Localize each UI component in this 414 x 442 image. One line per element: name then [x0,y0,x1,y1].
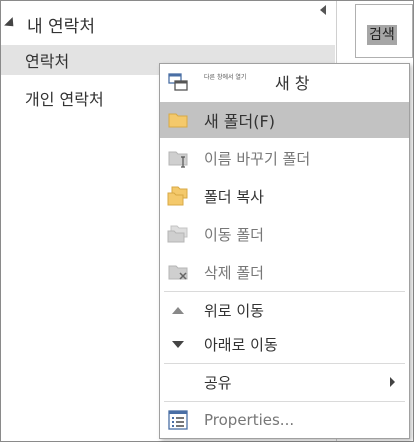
menu-item-new-window[interactable]: 다른 창에서 열기 새 창 [160,64,409,100]
expand-triangle-icon[interactable] [4,16,18,31]
nav-item-label: 연락처 [25,52,70,71]
menu-item-move-folder[interactable]: 이동 폴더 [160,216,409,252]
menu-item-sublabel: 다른 창에서 열기 [204,74,247,81]
collapse-pane-icon[interactable] [318,5,328,15]
menu-item-rename-folder[interactable]: 이름 바꾸기 폴더 [160,140,409,176]
new-window-icon [167,71,189,93]
rename-folder-icon [167,147,189,169]
menu-item-label: 공유 [204,373,232,392]
menu-item-delete-folder[interactable]: 삭제 폴더 [160,254,409,290]
delete-folder-icon [167,261,189,283]
menu-item-label: 삭제 폴더 [204,263,264,282]
menu-item-label: 이동 폴더 [204,225,264,244]
move-down-icon [167,333,189,355]
group-title: 내 연락처 [27,16,95,37]
menu-item-label: 아래로 이동 [204,335,278,354]
menu-item-label: 이름 바꾸기 폴더 [204,149,311,168]
menu-item-label: 위로 이동 [204,301,264,320]
menu-item-label: 폴더 복사 [204,187,264,206]
move-up-icon [167,299,189,321]
copy-folder-icon [167,185,189,207]
menu-item-label: 새 폴더(F) [204,112,275,131]
context-menu: 다른 창에서 열기 새 창 새 폴더(F) 이름 바꾸기 폴더 폴더 복사 이동… [159,63,410,439]
menu-item-label: 새 창 [275,74,310,93]
submenu-arrow-icon [390,377,395,387]
properties-icon [167,409,189,431]
menu-item-move-up[interactable]: 위로 이동 [160,292,409,328]
menu-item-move-down[interactable]: 아래로 이동 [160,326,409,362]
menu-item-new-folder[interactable]: 새 폴더(F) [160,102,409,138]
group-header-my-contacts[interactable]: 내 연락처 [4,11,95,37]
search-label[interactable]: 검색 [367,25,397,45]
menu-item-copy-folder[interactable]: 폴더 복사 [160,178,409,214]
move-folder-icon [167,223,189,245]
new-folder-icon [167,109,189,131]
nav-item-label: 개인 연락처 [25,90,104,109]
menu-item-share[interactable]: 공유 [160,364,409,400]
menu-item-label: Properties... [204,411,295,429]
menu-item-properties[interactable]: Properties... [160,402,409,438]
